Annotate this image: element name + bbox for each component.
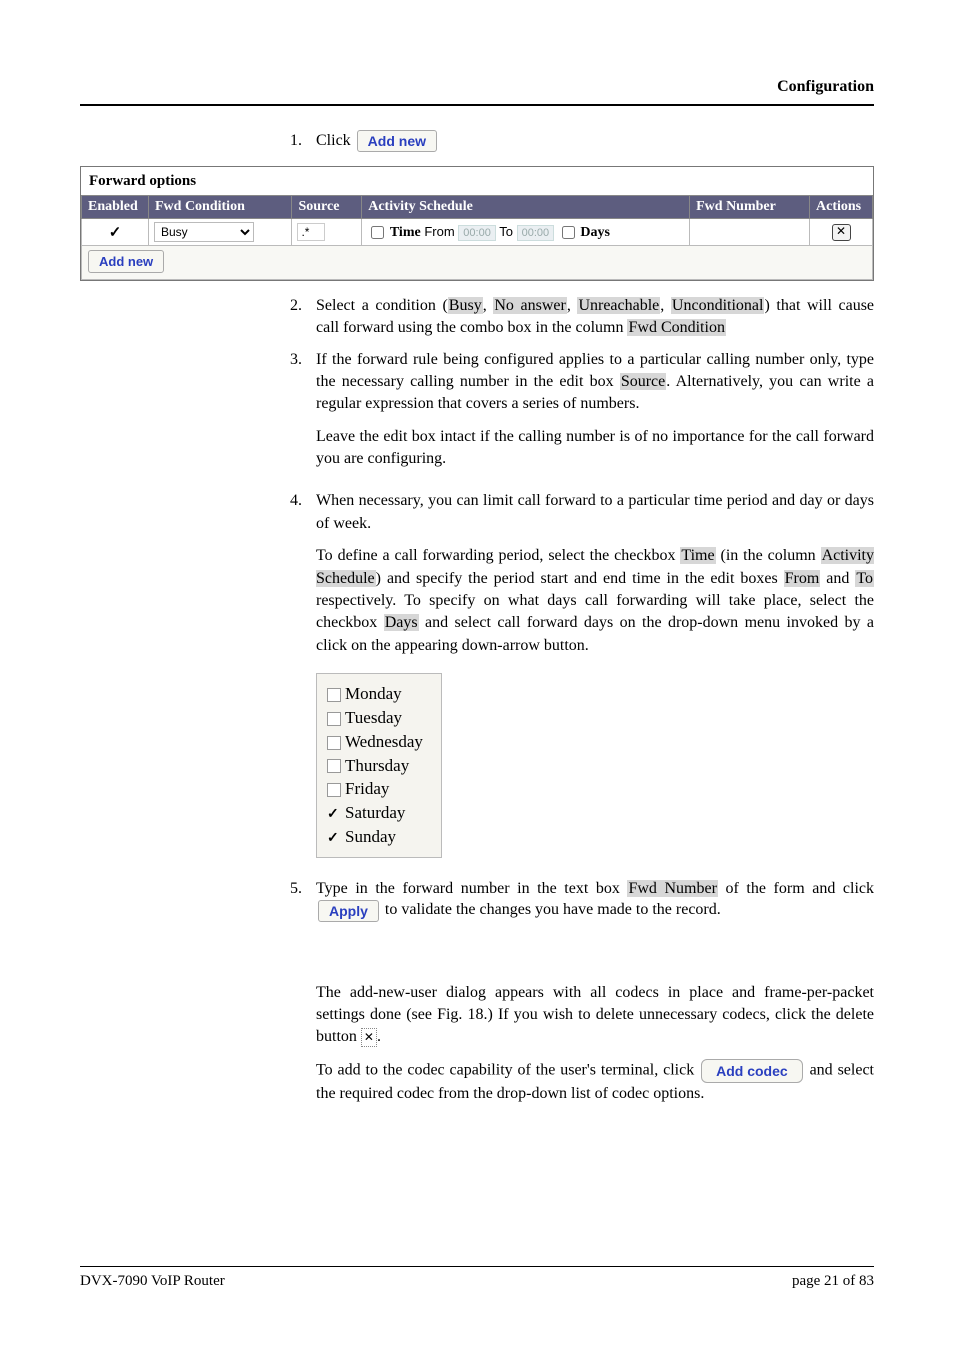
text: to validate the changes you have made to… <box>385 901 721 918</box>
to-label: To <box>499 224 513 239</box>
day-label: Saturday <box>345 801 405 825</box>
text: and <box>820 570 855 587</box>
hl-fwd-number: Fwd Number <box>627 880 717 897</box>
step-number: 1. <box>276 130 316 152</box>
col-fwd-condition: Fwd Condition <box>149 196 292 219</box>
day-label: Wednesday <box>345 730 423 754</box>
hl-fwdcondition: Fwd Condition <box>627 319 725 336</box>
text: The add-new-user dialog appears with all… <box>316 984 874 1046</box>
checkbox-thursday[interactable] <box>327 759 341 773</box>
hl-time: Time <box>680 547 715 564</box>
checkbox-sunday[interactable]: ✓ <box>327 830 341 844</box>
step-number: 2. <box>276 295 316 338</box>
col-activity-schedule: Activity Schedule <box>362 196 690 219</box>
col-fwd-number: Fwd Number <box>690 196 810 219</box>
days-label: Days <box>580 225 610 240</box>
text: To add to the codec capability of the us… <box>316 1062 699 1079</box>
page-footer: DVX-7090 VoIP Router page 21 of 83 <box>80 1266 874 1290</box>
table-row: ✓ Busy Time From 00:00 <box>82 219 873 246</box>
delete-icon[interactable]: ✕ <box>361 1028 377 1047</box>
apply-button[interactable]: Apply <box>318 900 379 922</box>
day-label: Sunday <box>345 825 396 849</box>
text: (in the column <box>716 547 821 564</box>
hl-unconditional: Unconditional <box>671 297 765 314</box>
add-new-row-button[interactable]: Add new <box>88 250 164 273</box>
add-codec-button[interactable]: Add codec <box>701 1059 803 1083</box>
from-label: From <box>424 224 454 239</box>
hl-busy: Busy <box>448 297 483 314</box>
forward-options-title: Forward options <box>81 167 873 195</box>
hl-source: Source <box>620 373 666 390</box>
step-4: 4. When necessary, you can limit call fo… <box>276 490 874 867</box>
checkbox-saturday[interactable]: ✓ <box>327 806 341 820</box>
text: Select a condition ( <box>316 297 448 314</box>
footer-right: page 21 of 83 <box>792 1273 874 1290</box>
footer-left: DVX-7090 VoIP Router <box>80 1273 225 1290</box>
day-label: Friday <box>345 777 389 801</box>
text: . <box>377 1028 381 1045</box>
step-5: 5. Type in the forward number in the tex… <box>276 878 874 922</box>
days-checkbox[interactable] <box>562 226 575 239</box>
header-rule <box>80 104 874 106</box>
step-number: 3. <box>276 349 316 481</box>
text: Type in the forward number in the text b… <box>316 880 627 897</box>
checkbox-monday[interactable] <box>327 688 341 702</box>
hl-unreachable: Unreachable <box>577 297 660 314</box>
step-number: 4. <box>276 490 316 867</box>
hl-from: From <box>784 570 821 587</box>
col-actions: Actions <box>810 196 873 219</box>
col-source: Source <box>292 196 362 219</box>
to-time-input[interactable]: 00:00 <box>517 225 555 241</box>
text: When necessary, you can limit call forwa… <box>316 490 874 535</box>
text: Leave the edit box intact if the calling… <box>316 426 874 471</box>
forward-options-table: Enabled Fwd Condition Source Activity Sc… <box>81 195 873 280</box>
forward-options-panel: Forward options Enabled Fwd Condition So… <box>80 166 874 281</box>
enabled-checkbox[interactable]: ✓ <box>109 223 122 241</box>
col-enabled: Enabled <box>82 196 149 219</box>
day-label: Thursday <box>345 754 409 778</box>
from-time-input[interactable]: 00:00 <box>458 225 496 241</box>
source-input[interactable] <box>297 223 325 241</box>
step-number: 5. <box>276 878 316 922</box>
checkbox-friday[interactable] <box>327 783 341 797</box>
day-label: Monday <box>345 682 402 706</box>
text: of the form and click <box>718 880 874 897</box>
hl-days: Days <box>384 614 419 631</box>
step1-text: Click <box>316 132 351 149</box>
hl-noanswer: No answer <box>493 297 566 314</box>
checkbox-tuesday[interactable] <box>327 712 341 726</box>
fwd-condition-select[interactable]: Busy <box>154 222 254 242</box>
section-header: Configuration <box>777 78 874 96</box>
delete-row-icon[interactable]: ✕ <box>832 224 851 241</box>
time-label: Time <box>390 225 421 240</box>
add-new-button[interactable]: Add new <box>357 130 437 152</box>
hl-to: To <box>855 570 874 587</box>
step-1: 1. Click Add new <box>276 130 874 152</box>
checkbox-wednesday[interactable] <box>327 736 341 750</box>
fwd-number-cell[interactable] <box>690 219 810 246</box>
day-label: Tuesday <box>345 706 402 730</box>
text: To define a call forwarding period, sele… <box>316 547 680 564</box>
time-checkbox[interactable] <box>371 226 384 239</box>
days-dropdown-panel[interactable]: Monday Tuesday Wednesday Thursday Friday… <box>316 673 442 858</box>
step-2: 2. Select a condition (Busy, No answer, … <box>276 295 874 338</box>
step-3: 3. If the forward rule being configured … <box>276 349 874 481</box>
text: ) and specify the period start and end t… <box>376 570 784 587</box>
